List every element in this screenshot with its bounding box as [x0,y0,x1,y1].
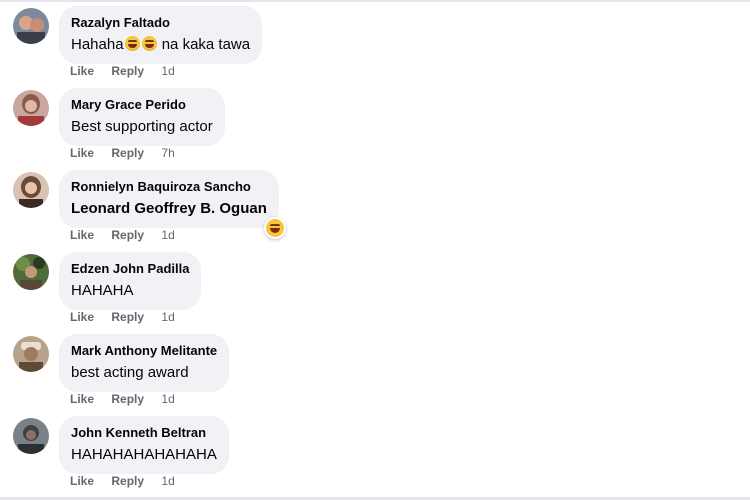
like-button[interactable]: Like [70,64,94,78]
comment-actions: Like Reply 7h [70,146,175,160]
comment-bubble: Razalyn Faltado Hahaha na kaka tawa [59,6,263,64]
comment-timestamp[interactable]: 7h [161,146,174,160]
comment-author[interactable]: Mary Grace Perido [71,96,213,113]
like-button[interactable]: Like [70,310,94,324]
reaction-badge[interactable] [264,217,286,239]
avatar[interactable] [13,8,49,44]
comment-text: HAHAHA [71,282,134,299]
comment-actions: Like Reply 1d [70,310,175,324]
comment-actions: Like Reply 1d [70,228,175,242]
like-button[interactable]: Like [70,392,94,406]
reply-button[interactable]: Reply [111,392,144,406]
laughing-emoji-icon [141,36,157,51]
comment-author[interactable]: Mark Anthony Melitante [71,342,217,359]
comment-actions: Like Reply 1d [70,392,175,406]
avatar[interactable] [13,90,49,126]
comment-item: John Kenneth Beltran HAHAHAHAHAHAHA Like… [0,410,750,492]
comment-item: Mark Anthony Melitante best acting award… [0,328,750,410]
comment-timestamp[interactable]: 1d [161,310,174,324]
comment-text: best acting award [71,364,189,381]
comment-bubble: Edzen John Padilla HAHAHA [59,252,202,310]
reply-button[interactable]: Reply [111,146,144,160]
comment-timestamp[interactable]: 1d [161,228,174,242]
avatar[interactable] [13,336,49,372]
reply-button[interactable]: Reply [111,310,144,324]
comment-text-part: na kaka tawa [157,36,251,53]
comment-author[interactable]: Edzen John Padilla [71,260,189,277]
comment-author[interactable]: Ronnielyn Baquiroza Sancho [71,178,267,195]
comment-text: Best supporting actor [71,118,213,135]
comment-timestamp[interactable]: 1d [161,392,174,406]
like-button[interactable]: Like [70,474,94,488]
comment-text: HAHAHAHAHAHAHA [71,446,217,463]
comment-item: Ronnielyn Baquiroza Sancho Leonard Geoff… [0,164,750,246]
reply-button[interactable]: Reply [111,474,144,488]
comment-bubble: Mary Grace Perido Best supporting actor [59,88,225,146]
comment-text: Hahaha na kaka tawa [71,34,250,55]
avatar[interactable] [13,172,49,208]
comment-actions: Like Reply 1d [70,474,175,488]
comment-timestamp[interactable]: 1d [161,474,174,488]
mention-link[interactable]: Leonard Geoffrey B. Oguan [71,198,267,219]
like-button[interactable]: Like [70,146,94,160]
avatar[interactable] [13,254,49,290]
comment-bubble: Ronnielyn Baquiroza Sancho Leonard Geoff… [59,170,279,228]
comment-item: Edzen John Padilla HAHAHA Like Reply 1d [0,246,750,328]
laughing-emoji-icon [266,219,284,237]
avatar[interactable] [13,418,49,454]
comment-author[interactable]: John Kenneth Beltran [71,424,217,441]
laughing-emoji-icon [124,36,140,51]
comment-bubble: Mark Anthony Melitante best acting award [59,334,230,392]
comment-item: Mary Grace Perido Best supporting actor … [0,82,750,164]
comment-bubble: John Kenneth Beltran HAHAHAHAHAHAHA [59,416,229,474]
like-button[interactable]: Like [70,228,94,242]
comment-item: Razalyn Faltado Hahaha na kaka tawa Like… [0,0,750,82]
comment-timestamp[interactable]: 1d [161,64,174,78]
reply-button[interactable]: Reply [111,64,144,78]
comment-text-part: Hahaha [71,36,124,53]
comment-author[interactable]: Razalyn Faltado [71,14,250,31]
comment-actions: Like Reply 1d [70,64,175,78]
reply-button[interactable]: Reply [111,228,144,242]
